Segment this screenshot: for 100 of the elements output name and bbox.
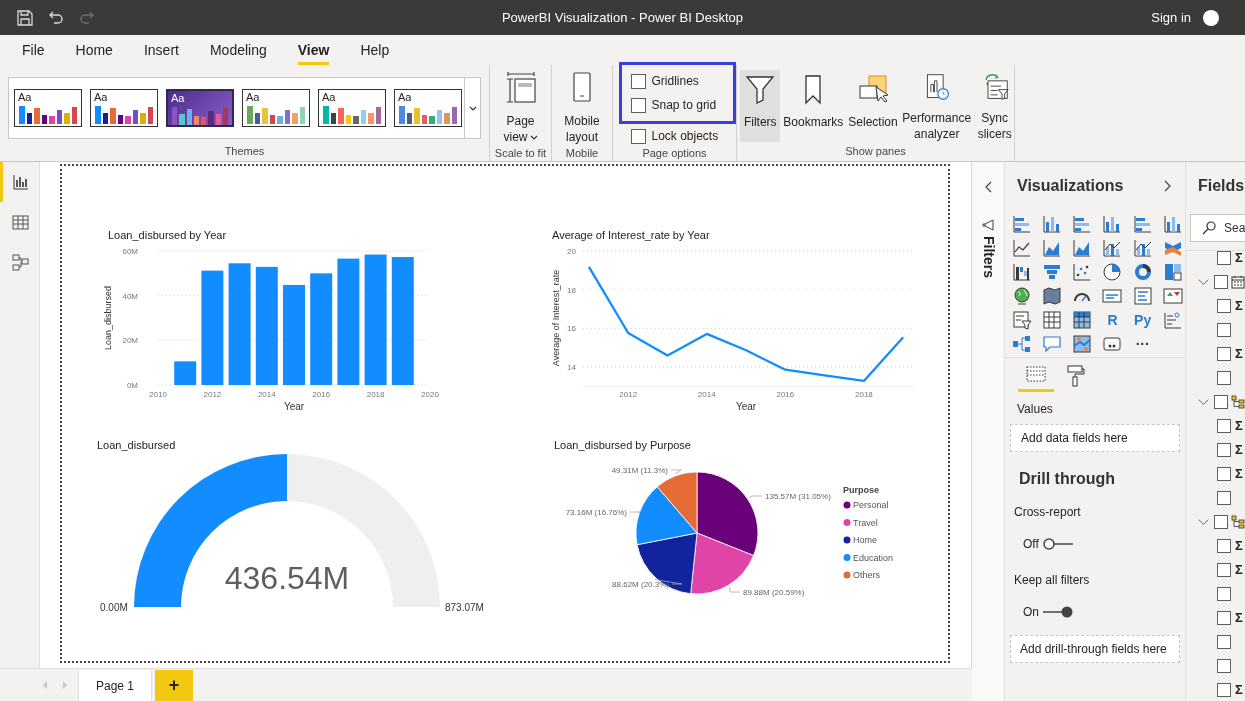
checkbox[interactable] <box>1217 491 1231 505</box>
menu-tab[interactable]: Home <box>75 35 113 65</box>
checkbox-label[interactable]: Lock objects <box>651 127 719 145</box>
menu-tab[interactable]: Help <box>360 35 390 65</box>
map-icon[interactable] <box>1042 286 1063 306</box>
checkbox[interactable] <box>1214 395 1228 409</box>
mobile-layout-button[interactable]: Mobile layout <box>557 72 607 145</box>
map-pin-icon[interactable] <box>1072 334 1093 354</box>
checkbox[interactable] <box>1217 419 1231 433</box>
column-chart-icon[interactable] <box>1042 214 1063 234</box>
checkbox[interactable] <box>1217 323 1231 337</box>
leader-line <box>748 495 763 499</box>
globe-icon[interactable] <box>1012 286 1032 306</box>
chevron-icon[interactable] <box>1198 278 1209 286</box>
chart-title: Average of Interest_rate by Year <box>552 229 710 241</box>
section-title: Drill through <box>1018 469 1116 489</box>
theme-swatch[interactable]: Aa <box>166 89 234 127</box>
visual-type-button[interactable]: R <box>1102 310 1123 330</box>
area-chart-icon[interactable] <box>1042 238 1063 258</box>
chevron-icon[interactable] <box>1198 398 1209 406</box>
diagram-icon <box>11 253 29 271</box>
menu-tab[interactable]: File <box>22 35 45 65</box>
area-chart-icon[interactable] <box>1072 238 1093 258</box>
page-view-button[interactable]: Page view <box>495 72 546 145</box>
checkbox[interactable] <box>1217 443 1231 457</box>
checkbox[interactable] <box>1217 683 1231 697</box>
checkbox[interactable] <box>1217 611 1231 625</box>
checkbox[interactable] <box>1217 635 1231 649</box>
theme-swatch[interactable]: Aa <box>242 89 310 127</box>
bar-chart-icon[interactable] <box>1012 214 1032 234</box>
bar-chart-icon[interactable] <box>1072 214 1093 234</box>
drop-zone[interactable]: Add data fields here <box>1010 424 1180 452</box>
funnel-chart-icon[interactable] <box>1042 262 1063 282</box>
line-chart-icon[interactable] <box>1012 238 1032 258</box>
checkbox[interactable] <box>630 73 646 89</box>
theme-swatch[interactable]: Aa <box>318 89 386 127</box>
pane-title: Visualizations <box>1017 176 1124 196</box>
pane-toggle-button[interactable]: Sync slicers <box>973 70 1016 142</box>
pie-chart-icon[interactable] <box>1102 262 1123 282</box>
pane-toggle-button[interactable]: Selection <box>846 70 900 142</box>
toggle-switch[interactable] <box>1043 606 1073 618</box>
checkbox[interactable] <box>1217 539 1231 553</box>
column-chart-icon[interactable] <box>1162 214 1183 234</box>
combo-chart-icon[interactable] <box>1102 238 1123 258</box>
checkbox[interactable] <box>630 97 646 113</box>
pane-toggle-button[interactable]: Filters <box>740 70 781 142</box>
checkbox[interactable] <box>1214 275 1228 289</box>
kpi-icon[interactable] <box>1162 286 1183 306</box>
theme-swatch[interactable]: Aa <box>394 89 462 127</box>
pane-toggle-button[interactable]: Performance analyzer <box>900 70 973 142</box>
menu-tab[interactable]: Insert <box>143 35 179 65</box>
axis-tick-label: 18 <box>567 285 576 295</box>
theme-swatch[interactable]: Aa <box>90 89 158 127</box>
treemap-icon[interactable] <box>1162 262 1183 282</box>
table-icon[interactable] <box>1042 310 1063 330</box>
checkbox[interactable] <box>1217 563 1231 577</box>
waterfall-chart-icon[interactable] <box>1012 262 1032 282</box>
narrative-icon[interactable] <box>1102 334 1123 354</box>
avatar-icon[interactable] <box>1203 9 1219 26</box>
checkbox[interactable] <box>1214 515 1228 529</box>
sign-in-link[interactable]: Sign in <box>1151 7 1191 28</box>
checkbox[interactable] <box>1217 251 1231 265</box>
combo-chart-icon[interactable] <box>1132 238 1153 258</box>
drop-zone[interactable]: Add drill-through fields here <box>1010 635 1180 663</box>
hierarchy-icon <box>1231 395 1245 409</box>
sigma-symbol: Σ <box>1235 561 1243 580</box>
checkbox[interactable] <box>1217 467 1231 481</box>
visual-type-button[interactable]: Py <box>1132 310 1153 330</box>
checkbox[interactable] <box>630 128 646 144</box>
sigma-symbol: Σ <box>1235 609 1243 628</box>
column-chart-icon[interactable] <box>1102 214 1123 234</box>
checkbox-label[interactable]: Gridlines <box>651 72 699 90</box>
menu-tab[interactable]: View <box>297 35 330 65</box>
pane-title[interactable]: Filters <box>977 236 999 278</box>
menu-tab[interactable]: Modeling <box>209 35 267 65</box>
page-tab[interactable]: Page 1 <box>78 670 152 701</box>
gauge-min-label: 0.00M <box>100 602 128 613</box>
theme-swatch[interactable]: Aa <box>14 89 82 127</box>
pane-toggle-button[interactable]: Bookmarks <box>781 70 846 142</box>
checkbox[interactable] <box>1217 659 1231 673</box>
speech-bubble-icon[interactable] <box>1042 334 1063 354</box>
chevron-icon[interactable] <box>1198 518 1209 526</box>
checkbox[interactable] <box>1217 299 1231 313</box>
checkbox[interactable] <box>1217 347 1231 361</box>
checkbox-label[interactable]: Snap to grid <box>651 96 717 114</box>
matrix-icon[interactable] <box>1072 310 1093 330</box>
influencers-icon[interactable] <box>1162 310 1183 330</box>
scatter-chart-icon[interactable] <box>1072 262 1093 282</box>
add-page-button[interactable]: + <box>155 670 193 701</box>
more-visuals-button[interactable]: ··· <box>1132 334 1153 354</box>
checkbox[interactable] <box>1217 587 1231 601</box>
checkbox[interactable] <box>1217 371 1231 385</box>
bar-chart-icon[interactable] <box>1132 214 1153 234</box>
group-label: Themes <box>223 144 266 159</box>
slicer-icon[interactable] <box>1012 310 1032 330</box>
search-field[interactable]: Sea <box>1190 214 1245 242</box>
donut-chart-icon[interactable] <box>1132 262 1153 282</box>
toggle-switch[interactable] <box>1042 538 1073 550</box>
decomposition-tree-icon[interactable] <box>1012 334 1032 354</box>
save-icon[interactable] <box>16 8 34 27</box>
